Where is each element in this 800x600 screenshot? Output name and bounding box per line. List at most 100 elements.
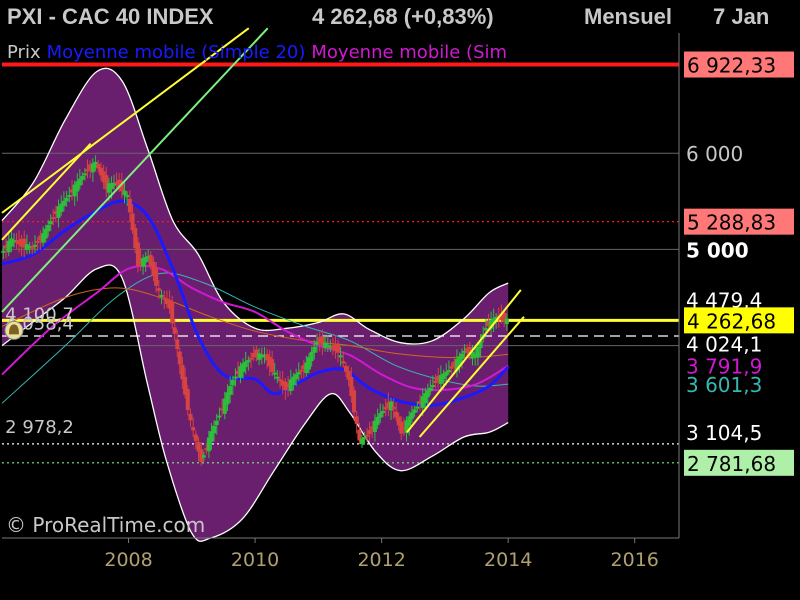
level-label-text: 2 781,68 [687,452,776,476]
candle-body [335,343,340,353]
candle-body [46,224,51,232]
candle-body [365,434,370,437]
candle-body [299,369,304,372]
candle-body [193,434,198,441]
level-label-text: 4 262,68 [687,309,776,333]
candle-body [504,318,509,325]
candle-body [125,195,130,198]
candle-body [127,198,132,213]
candle-body [77,178,82,186]
candle-body [338,355,343,358]
candle-body [415,406,420,409]
candle-body [246,360,251,363]
candle-body [185,389,190,410]
legend-ma20: Moyenne mobile (Simple 20) [46,42,306,63]
candle-body [354,416,359,424]
indicator-legend: Prix Moyenne mobile (Simple 20) Moyenne mo… [7,42,679,63]
candle-body [188,413,193,421]
candle-body [343,366,348,372]
candle-body [170,302,175,324]
candle-body [367,429,372,435]
candle-body [444,371,449,376]
candle-body [172,327,177,334]
candle-body [312,346,317,353]
candle-body [375,416,380,425]
axis-price-label: 3 104,5 [686,421,762,445]
candle-body [425,390,430,398]
candle-body [201,455,206,458]
bollinger-band-area [2,68,509,542]
candle-body [294,374,299,380]
x-tick-label: 2012 [357,549,405,571]
candle-body [177,351,182,365]
candle-body [230,379,235,386]
x-tick-label: 2016 [611,549,659,571]
axis-price-label: 5 000 [686,238,749,262]
candle-body [212,425,217,434]
candle-body [154,268,159,286]
axis-price-label: 4 024,1 [686,332,762,356]
price-chart: 2008 2010 2012 2014 2016 6 0005 0004 479,44 … [1,27,794,571]
candle-body [249,357,254,360]
x-tick-label: 2010 [231,549,279,571]
candle-body [362,437,367,440]
level-label-text: 5 288,83 [687,211,776,235]
candle-body [1,250,6,253]
candle-body [412,409,417,413]
candle-body [159,294,164,297]
candle-body [51,217,56,220]
candle-body [428,387,433,392]
candle-body [391,406,396,410]
level-label-text: 6 922,33 [687,54,776,78]
candle-body [446,370,451,373]
candle-body [67,195,72,198]
candle-body [82,173,87,176]
candle-body [394,411,399,418]
candle-body [475,347,480,358]
candle-body [228,386,233,395]
alert-bell-icon[interactable] [4,320,24,340]
candle-body [191,427,196,431]
candle-body [309,351,314,362]
last-quote: 4 262,68 (+0,83%) [312,4,494,29]
candle-body [61,200,66,207]
in-chart-label: 2 978,2 [5,417,74,438]
candle-body [430,385,435,388]
date-label: 7 Jan [713,4,770,29]
candle-body [483,328,488,331]
legend-price: Prix [7,42,41,63]
candle-body [341,361,346,364]
bollinger-fill [2,68,509,542]
instrument-title: PXI - CAC 40 INDEX [7,4,214,29]
candle-body [175,339,180,350]
candle-body [9,238,14,247]
candle-body [64,197,69,202]
candle-body [130,213,135,231]
candle-body [270,359,275,372]
candle-body [32,244,37,247]
candle-body [380,411,385,414]
candle-body [30,246,35,249]
x-tick-label: 2008 [104,549,152,571]
period-label: Mensuel [584,4,673,29]
legend-ma-other: Moyenne mobile (Sim [311,42,508,63]
candle-body [35,240,40,243]
candle-body [122,190,127,196]
candle-body [217,415,222,418]
candle-body [459,353,464,359]
candle-body [156,288,161,291]
candle-body [214,420,219,426]
candle-body [296,372,301,375]
candle-body [352,390,357,413]
x-tick-label: 2014 [484,549,532,571]
candle-body [399,421,404,434]
candle-body [378,412,383,418]
candle-body [272,372,277,375]
candle-body [233,376,238,379]
axis-price-label: 3 601,3 [686,373,762,397]
candle-body [48,221,53,225]
candle-body [80,176,85,180]
candle-body [409,412,414,419]
candle-body [275,376,280,379]
copyright: © ProRealTime.com [6,513,206,537]
